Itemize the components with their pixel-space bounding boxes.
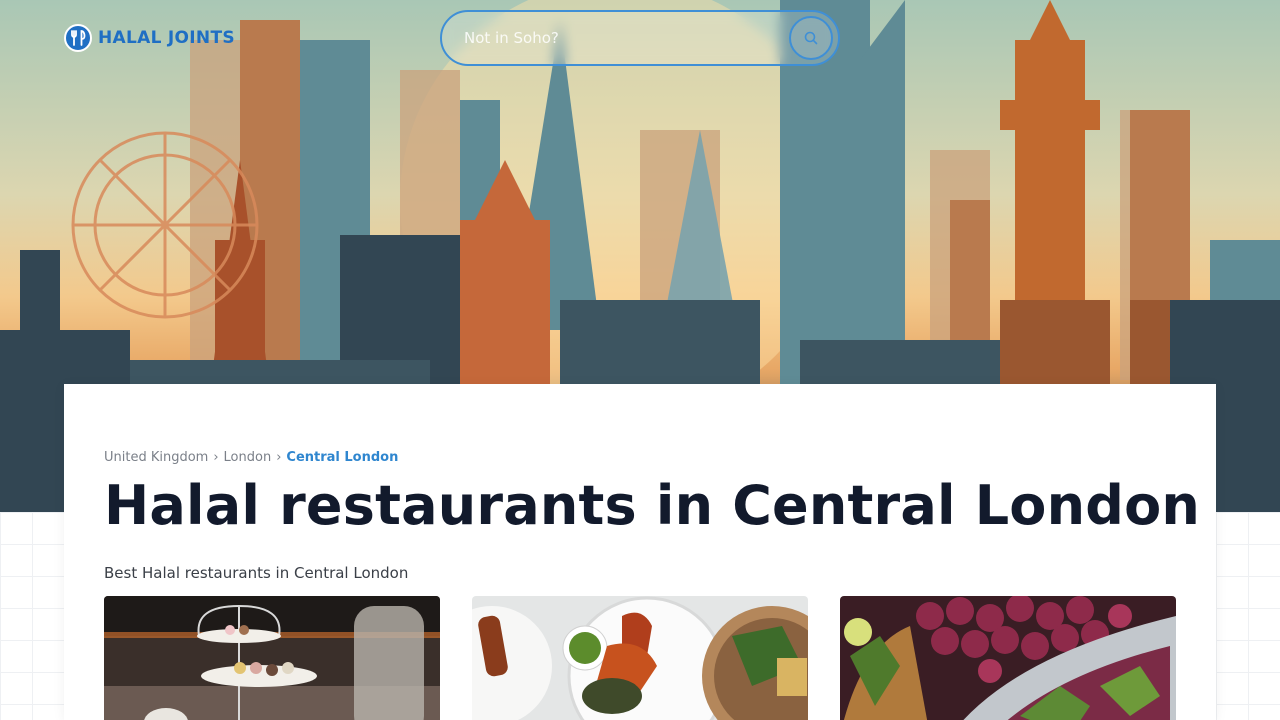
brand-name: HALAL JOINTS — [98, 28, 235, 48]
breadcrumb: United Kingdom › London › Central London — [104, 450, 398, 465]
breadcrumb-item-london[interactable]: London — [224, 450, 272, 465]
restaurant-card-image[interactable] — [840, 596, 1176, 720]
search-icon — [804, 31, 818, 45]
restaurant-card-image[interactable] — [104, 596, 440, 720]
grilled-dishes-photo — [472, 596, 808, 720]
breadcrumb-separator: › — [213, 450, 219, 465]
restaurant-gallery — [104, 596, 1176, 720]
search-bar[interactable] — [440, 10, 840, 66]
page-title: Halal restaurants in Central London — [104, 474, 1201, 537]
restaurant-card-image[interactable] — [472, 596, 808, 720]
breadcrumb-item-united-kingdom[interactable]: United Kingdom — [104, 450, 208, 465]
search-button[interactable] — [789, 16, 833, 60]
breadcrumb-separator: › — [276, 450, 282, 465]
search-input[interactable] — [464, 29, 789, 47]
page-subtitle: Best Halal restaurants in Central London — [104, 564, 409, 582]
afternoon-tea-photo — [104, 596, 440, 720]
utensils-icon — [64, 24, 92, 52]
breadcrumb-item-current[interactable]: Central London — [286, 450, 398, 465]
salad-dish-photo — [840, 596, 1176, 720]
content-card: United Kingdom › London › Central London… — [64, 384, 1216, 720]
brand-logo[interactable]: HALAL JOINTS — [64, 24, 235, 52]
